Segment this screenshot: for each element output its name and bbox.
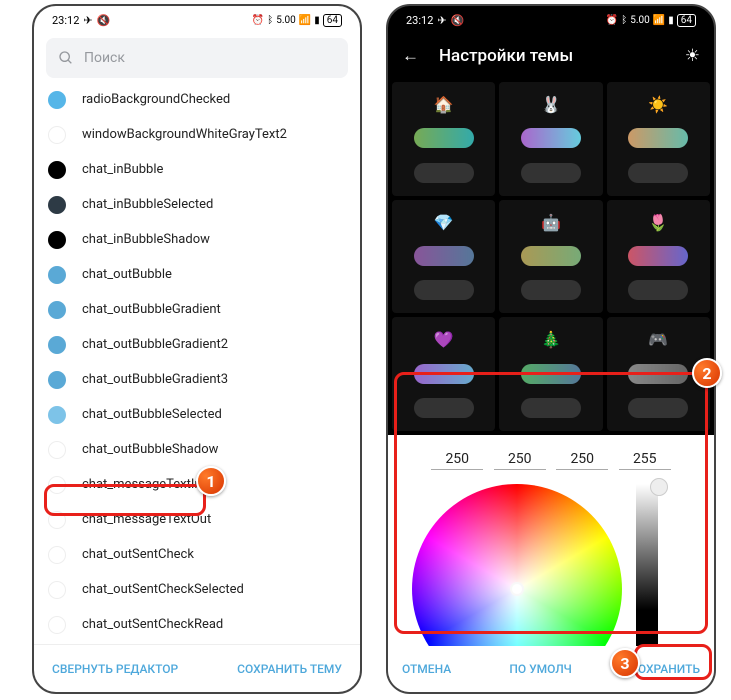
speed-indicator: 5.00 — [276, 15, 296, 26]
a-input[interactable]: 255 — [619, 449, 671, 470]
list-item[interactable]: radioBackgroundChecked — [34, 82, 360, 117]
list-item[interactable]: chat_outBubble — [34, 257, 360, 292]
list-item[interactable]: chat_outBubbleGradient — [34, 292, 360, 327]
back-icon[interactable]: ← — [402, 46, 419, 66]
editor-bottom-bar: СВЕРНУТЬ РЕДАКТОР СОХРАНИТЬ ТЕМУ — [34, 644, 360, 692]
wallpaper-thumbnail[interactable]: 💎 — [392, 200, 495, 314]
alarm-icon: ⏰ — [252, 15, 264, 26]
search-placeholder: Поиск — [84, 50, 125, 66]
collapse-editor-button[interactable]: СВЕРНУТЬ РЕДАКТОР — [52, 662, 178, 676]
telegram-icon: ✈ — [437, 14, 446, 27]
cancel-button[interactable]: ОТМЕНА — [402, 662, 451, 676]
wallpaper-thumbnail[interactable]: 💜 — [392, 317, 495, 431]
mute-icon: 🔇 — [97, 14, 111, 27]
rgba-inputs: 250 250 250 255 — [406, 445, 696, 480]
r-input[interactable]: 250 — [431, 449, 483, 470]
list-item[interactable]: windowBackgroundWhiteGrayText2 — [34, 117, 360, 152]
list-item[interactable]: chat_messageTextOut — [34, 502, 360, 537]
wallpaper-thumbnail[interactable]: 🏠 — [392, 82, 495, 196]
telegram-icon: ✈ — [83, 14, 92, 27]
status-bar: 23:12 ✈ 🔇 ⏰ ᛒ 5.00 📶 ▮ 64 — [34, 6, 360, 34]
search-icon — [58, 50, 74, 66]
list-item[interactable]: chat_inBubbleSelected — [34, 187, 360, 222]
list-item[interactable]: chat_inBubble — [34, 152, 360, 187]
color-picker-actions: ОТМЕНА ПО УМОЛЧ СОХРАНИТЬ — [388, 646, 714, 692]
theme-keys-list: radioBackgroundChecked windowBackgroundW… — [34, 82, 360, 642]
annotation-badge-3: 3 — [610, 648, 640, 678]
list-item[interactable]: chat_outBubbleGradient2 — [34, 327, 360, 362]
brightness-handle[interactable] — [650, 478, 668, 496]
signal-icon: ▮ — [314, 15, 320, 26]
list-item[interactable]: chat_outBubbleShadow — [34, 432, 360, 467]
default-button[interactable]: ПО УМОЛЧ — [509, 662, 572, 676]
brightness-icon[interactable]: ☀ — [685, 46, 700, 66]
phone-right-screenshot: 23:12 ✈ 🔇 ⏰ ᛒ 5.00 📶 ▮ 64 ← Настройки те… — [386, 4, 716, 694]
battery-indicator: 64 — [677, 14, 696, 27]
annotation-badge-1: 1 — [196, 466, 226, 496]
bluetooth-icon: ᛒ — [621, 15, 627, 26]
alarm-icon: ⏰ — [606, 15, 618, 26]
status-time: 23:12 — [52, 14, 79, 27]
b-input[interactable]: 250 — [556, 449, 608, 470]
list-item[interactable]: chat_outBubbleGradient3 — [34, 362, 360, 397]
annotation-badge-2: 2 — [692, 358, 722, 388]
speed-indicator: 5.00 — [630, 15, 650, 26]
search-input[interactable]: Поиск — [46, 38, 348, 78]
wallpaper-thumbnail[interactable]: 🎄 — [499, 317, 602, 431]
list-item[interactable]: chat_outSentCheck — [34, 537, 360, 572]
g-input[interactable]: 250 — [494, 449, 546, 470]
list-item[interactable]: chat_outSentCheckRead — [34, 607, 360, 642]
wifi-icon: 📶 — [299, 15, 311, 26]
wallpaper-thumbnail[interactable]: 🐰 — [499, 82, 602, 196]
header-title: Настройки темы — [439, 46, 573, 66]
theme-settings-header: ← Настройки темы ☀ — [388, 34, 714, 78]
save-button[interactable]: СОХРАНИТЬ — [630, 662, 700, 676]
wallpaper-thumbnail[interactable]: 🤖 — [499, 200, 602, 314]
status-bar: 23:12 ✈ 🔇 ⏰ ᛒ 5.00 📶 ▮ 64 — [388, 6, 714, 34]
wallpaper-thumbnail[interactable]: 🌷 — [607, 200, 710, 314]
signal-icon: ▮ — [668, 15, 674, 26]
save-theme-button[interactable]: СОХРАНИТЬ ТЕМУ — [237, 662, 342, 676]
wallpaper-grid: 🏠 🐰 ☀️ 💎 🤖 🌷 💜 🎄 🎮 — [388, 78, 714, 435]
status-time: 23:12 — [406, 14, 433, 27]
list-item[interactable]: chat_outSentCheckSelected — [34, 572, 360, 607]
phone-left-screenshot: 23:12 ✈ 🔇 ⏰ ᛒ 5.00 📶 ▮ 64 Поиск radioBac… — [32, 4, 362, 694]
color-wheel-cursor[interactable] — [510, 582, 524, 596]
wifi-icon: 📶 — [653, 15, 665, 26]
list-item[interactable]: chat_outBubbleSelected — [34, 397, 360, 432]
mute-icon: 🔇 — [451, 14, 465, 27]
bluetooth-icon: ᛒ — [267, 15, 273, 26]
battery-indicator: 64 — [323, 14, 342, 27]
list-item[interactable]: chat_inBubbleShadow — [34, 222, 360, 257]
wallpaper-thumbnail[interactable]: ☀️ — [607, 82, 710, 196]
